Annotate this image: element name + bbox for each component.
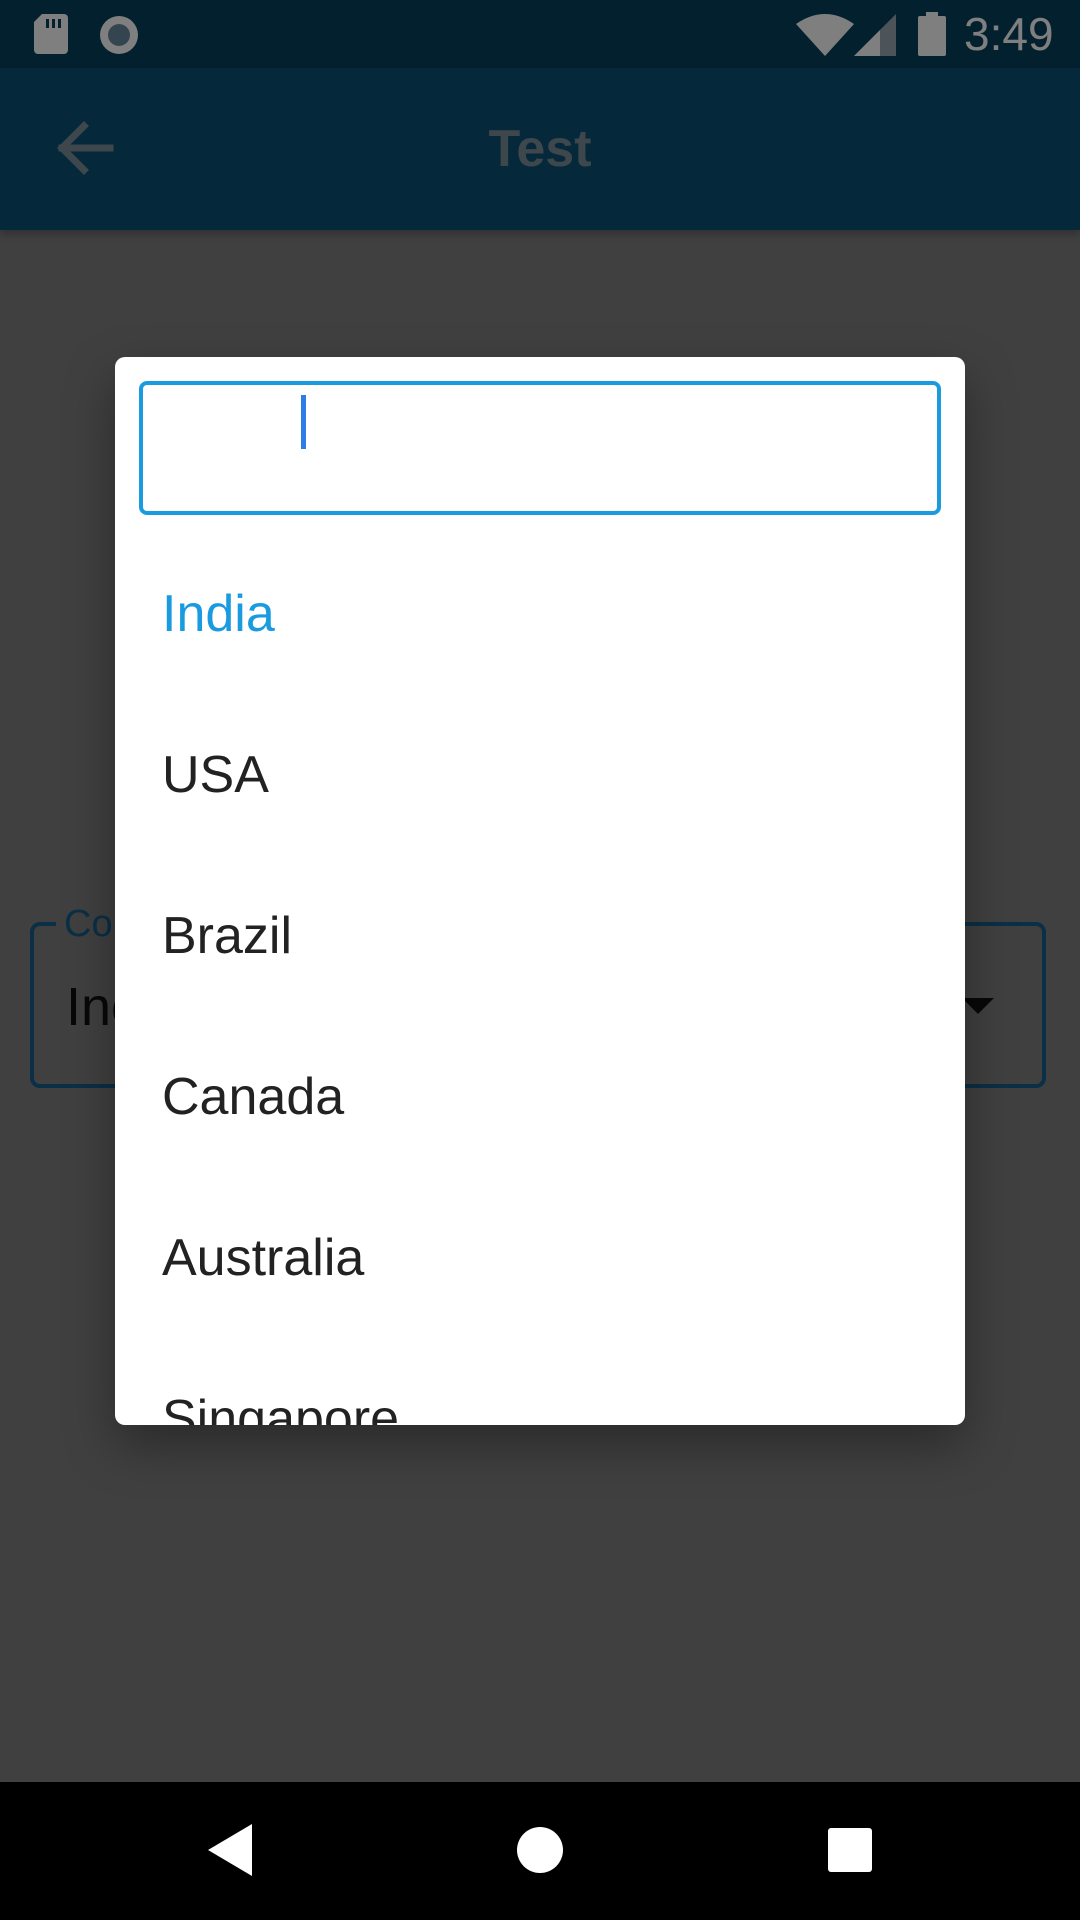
search-field[interactable]: [139, 381, 941, 515]
option-australia[interactable]: Australia: [115, 1178, 965, 1339]
nav-recents-icon[interactable]: [828, 1828, 872, 1872]
option-canada[interactable]: Canada: [115, 1017, 965, 1178]
nav-back-icon[interactable]: [206, 1822, 254, 1878]
option-india[interactable]: India: [115, 534, 965, 695]
search-input[interactable]: [143, 385, 937, 511]
country-picker-dialog: India USA Brazil Canada Australia Singap…: [115, 357, 965, 1425]
option-brazil[interactable]: Brazil: [115, 856, 965, 1017]
system-nav-bar: [0, 1782, 1080, 1920]
nav-home-icon[interactable]: [516, 1826, 564, 1874]
options-list: India USA Brazil Canada Australia Singap…: [115, 534, 965, 1425]
option-usa[interactable]: USA: [115, 695, 965, 856]
text-cursor: [301, 395, 306, 449]
option-singapore[interactable]: Singapore: [115, 1339, 965, 1425]
